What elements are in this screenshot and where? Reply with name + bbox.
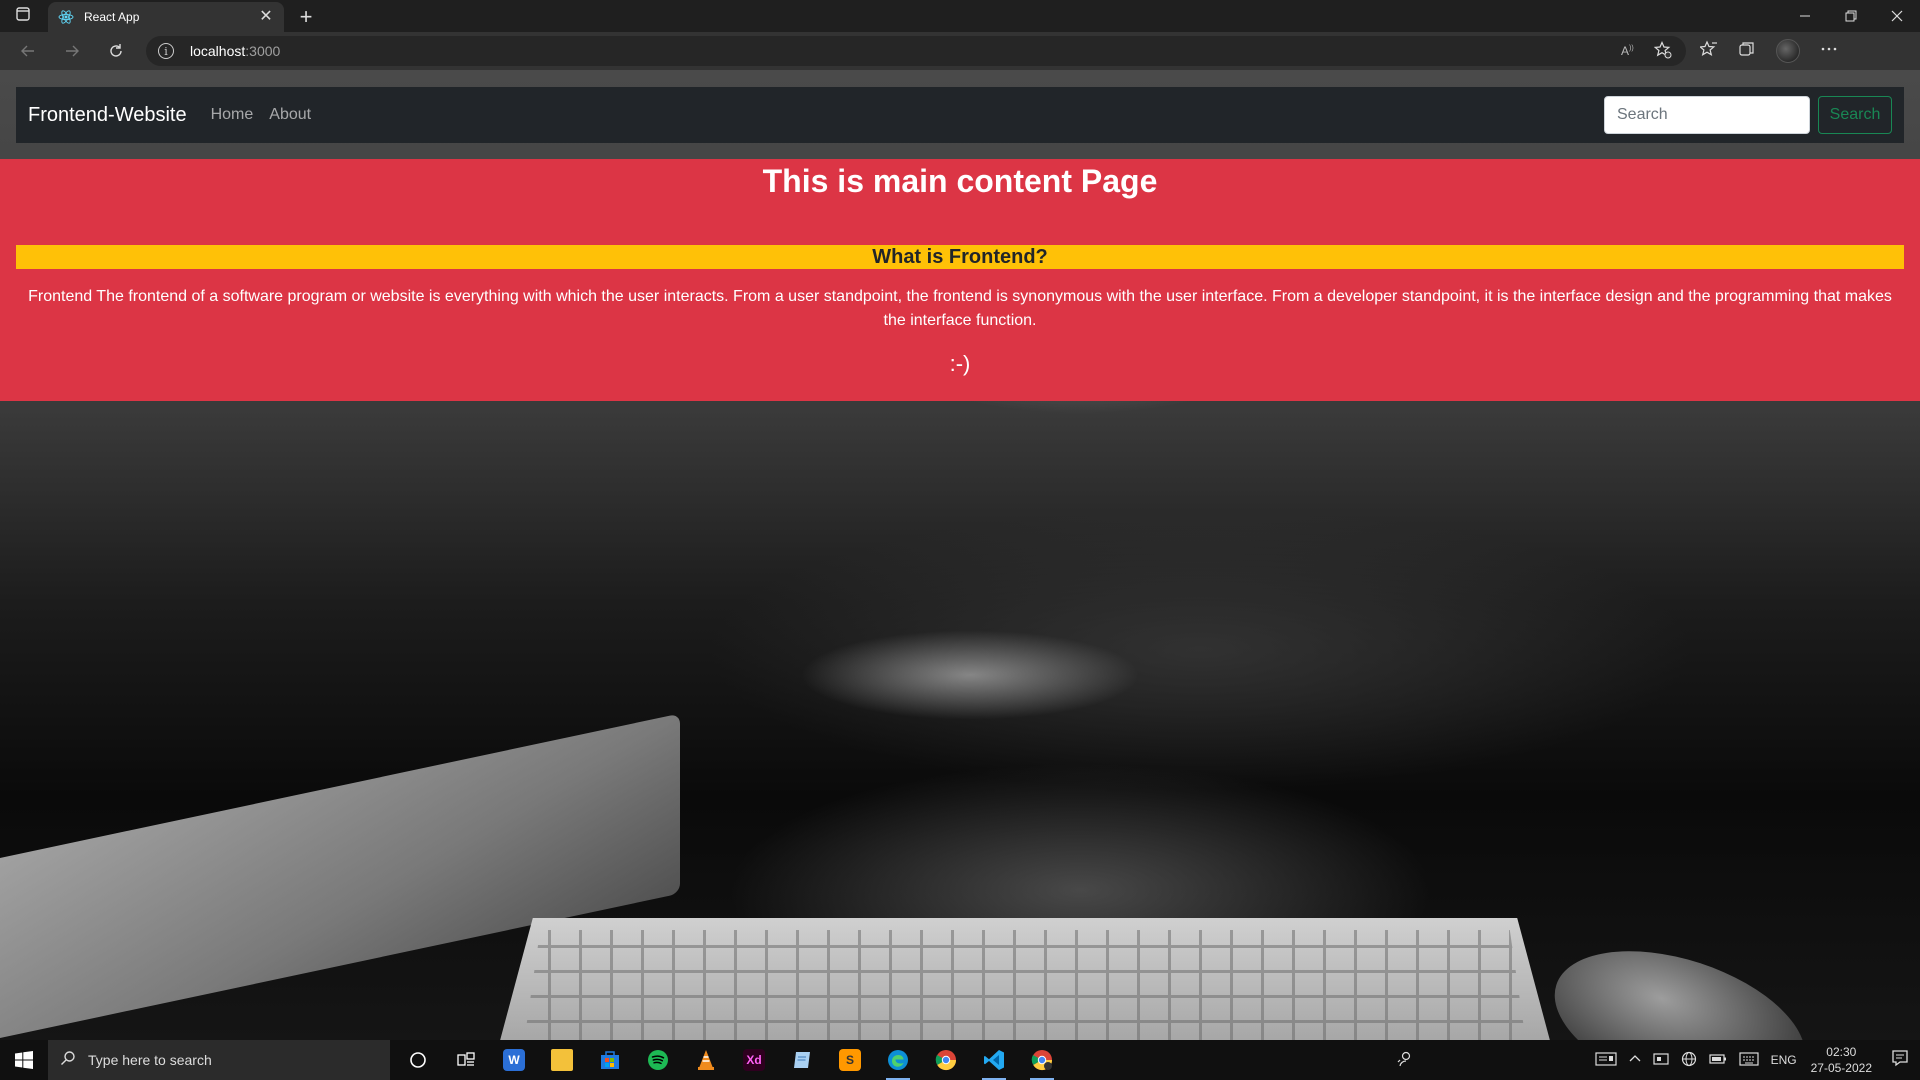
notification-icon[interactable] (1880, 1049, 1920, 1072)
task-view-icon[interactable] (442, 1040, 490, 1080)
taskbar-apps: W Xd S (394, 1040, 1066, 1080)
background-photo-keys (520, 930, 1530, 1040)
clock-time: 02:30 (1826, 1045, 1857, 1059)
nav-link-about[interactable]: About (269, 106, 311, 124)
people-search-icon[interactable] (1391, 1051, 1419, 1070)
device-icon[interactable] (1647, 1051, 1675, 1070)
main-content-section: This is main content Page What is Fronte… (0, 159, 1920, 401)
tab-close-icon[interactable]: ✕ (258, 9, 274, 25)
browser-toolbar-icons (1698, 39, 1838, 63)
smiley-text: :-) (949, 351, 971, 376)
search-button[interactable]: Search (1818, 96, 1892, 134)
svg-text:A: A (1621, 44, 1629, 58)
language-indicator[interactable]: ENG (1765, 1053, 1803, 1067)
close-window-icon[interactable] (1874, 0, 1920, 32)
file-explorer-icon[interactable] (538, 1040, 586, 1080)
react-logo-icon (58, 9, 74, 25)
battery-icon[interactable] (1703, 1053, 1733, 1068)
url-port: :3000 (245, 43, 281, 59)
profile-avatar[interactable] (1776, 39, 1800, 63)
chrome-icon[interactable] (922, 1040, 970, 1080)
navbar-brand[interactable]: Frontend-Website (28, 104, 187, 127)
cortana-icon[interactable] (394, 1040, 442, 1080)
adobe-xd-icon[interactable]: Xd (730, 1040, 778, 1080)
background-photo-hands (800, 630, 1140, 720)
back-icon[interactable] (10, 35, 46, 67)
edge-icon[interactable] (874, 1040, 922, 1080)
add-favorite-icon[interactable] (1653, 40, 1672, 62)
more-options-icon[interactable] (1820, 40, 1838, 63)
svg-text:)): )) (1629, 45, 1634, 52)
tab-title: React App (84, 10, 140, 24)
minimize-icon[interactable] (1782, 0, 1828, 32)
news-icon[interactable] (1589, 1051, 1623, 1070)
browser-titlebar: React App ✕ + (0, 0, 1920, 32)
browser-tab[interactable]: React App ✕ (48, 2, 284, 32)
site-info-icon[interactable]: i (158, 43, 174, 59)
address-bar-actions: A)) (1620, 40, 1686, 62)
keyboard-icon[interactable] (1733, 1051, 1765, 1069)
site-navbar: Frontend-Website Home About Search (16, 87, 1904, 143)
search-icon (60, 1050, 76, 1071)
read-aloud-icon[interactable]: A)) (1620, 42, 1636, 61)
section-subheading: What is Frontend? (16, 245, 1904, 269)
browser-toolbar: i localhost:3000 A)) (0, 32, 1920, 70)
section-description: Frontend The frontend of a software prog… (28, 288, 1892, 329)
system-tray: ENG 02:30 27-05-2022 (1391, 1040, 1920, 1080)
chevron-up-icon[interactable] (1623, 1053, 1647, 1068)
favorites-icon[interactable] (1698, 40, 1718, 63)
clock-date: 27-05-2022 (1810, 1061, 1872, 1075)
navbar-search-form: Search (1604, 96, 1892, 134)
taskbar-search[interactable]: Type here to search (48, 1040, 390, 1080)
tab-actions-button[interactable] (0, 0, 46, 32)
background-photo-mouse (1536, 923, 1824, 1040)
forward-icon[interactable] (54, 35, 90, 67)
notepad-icon[interactable] (778, 1040, 826, 1080)
collections-icon[interactable] (1738, 40, 1756, 63)
search-input[interactable] (1604, 96, 1810, 134)
vlc-icon[interactable] (682, 1040, 730, 1080)
restore-icon[interactable] (1828, 0, 1874, 32)
taskbar-search-placeholder: Type here to search (88, 1052, 212, 1068)
address-bar[interactable]: i localhost:3000 A)) (146, 36, 1686, 66)
network-globe-icon[interactable] (1675, 1051, 1703, 1070)
tab-actions-icon (16, 6, 30, 26)
windows-start-icon[interactable] (0, 1040, 48, 1080)
chrome-alt-icon[interactable] (1018, 1040, 1066, 1080)
store-icon[interactable] (586, 1040, 634, 1080)
vscode-icon[interactable] (970, 1040, 1018, 1080)
nav-link-home[interactable]: Home (211, 106, 254, 124)
page-title: This is main content Page (762, 163, 1158, 199)
refresh-icon[interactable] (98, 35, 134, 67)
sublime-icon[interactable]: S (826, 1040, 874, 1080)
windows-taskbar: Type here to search W Xd S ENG 02:30 27-… (0, 1040, 1920, 1080)
new-tab-button[interactable]: + (288, 2, 324, 32)
url-host: localhost (190, 43, 246, 59)
window-controls (1782, 0, 1920, 32)
page-viewport: Frontend-Website Home About Search This … (0, 70, 1920, 1040)
spotify-icon[interactable] (634, 1040, 682, 1080)
clock[interactable]: 02:30 27-05-2022 (1803, 1044, 1880, 1076)
wps-icon[interactable]: W (490, 1040, 538, 1080)
